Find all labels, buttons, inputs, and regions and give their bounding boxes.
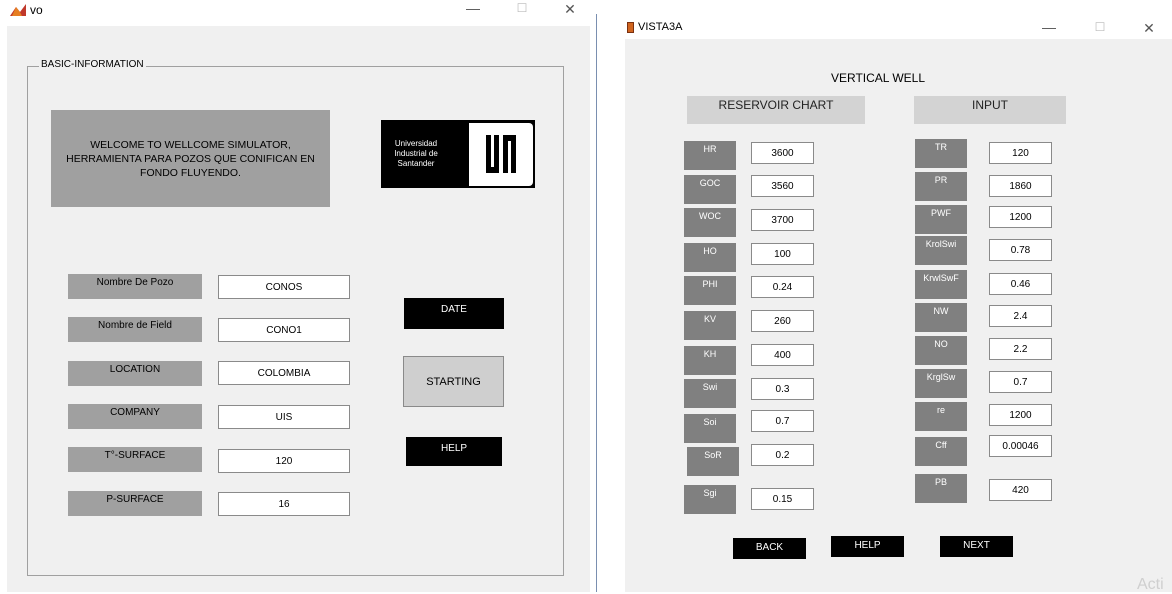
maximize-button[interactable]: ☐ [507, 1, 537, 15]
hr-field[interactable]: 3600 [751, 142, 814, 164]
uis-emblem-icon [469, 123, 533, 186]
pb-label: PB [915, 474, 967, 503]
minimize-button[interactable]: — [458, 0, 488, 16]
cff-label: Cff [915, 437, 967, 466]
nw-label: NW [915, 303, 967, 332]
ho-field[interactable]: 100 [751, 243, 814, 265]
logo-line-3: Santander [397, 159, 435, 168]
field-name-label: Nombre de Field [68, 317, 202, 342]
sgi-field[interactable]: 0.15 [751, 488, 814, 510]
pr-label: PR [915, 172, 967, 201]
company-field[interactable]: UIS [218, 405, 350, 429]
kv-field[interactable]: 260 [751, 310, 814, 332]
help-button[interactable]: HELP [406, 437, 502, 466]
krglsw-field[interactable]: 0.7 [989, 371, 1052, 393]
re-field[interactable]: 1200 [989, 404, 1052, 426]
krolswi-label: KrolSwi [915, 236, 967, 265]
soi-field[interactable]: 0.7 [751, 410, 814, 432]
back-button[interactable]: BACK [733, 538, 806, 559]
woc-field[interactable]: 3700 [751, 209, 814, 231]
help-button[interactable]: HELP [831, 536, 904, 557]
ho-label: HO [684, 243, 736, 272]
tr-field[interactable]: 120 [989, 142, 1052, 164]
krglsw-label: KrglSw [915, 369, 967, 398]
surface-temperature-field[interactable]: 120 [218, 449, 350, 473]
location-field[interactable]: COLOMBIA [218, 361, 350, 385]
logo-line-2: Industrial de [394, 149, 438, 158]
sgi-label: Sgi [684, 485, 736, 514]
swi-label: Swi [684, 379, 736, 408]
pwf-field[interactable]: 1200 [989, 206, 1052, 228]
goc-field[interactable]: 3560 [751, 175, 814, 197]
window-title: vo [30, 3, 43, 17]
surface-pressure-label: P-SURFACE [68, 491, 202, 516]
surface-temperature-label: T°-SURFACE [68, 447, 202, 472]
basic-information-window: vo — ☐ ✕ BASIC-INFORMATION WELCOME TO WE… [0, 0, 597, 592]
field-name-field[interactable]: CONO1 [218, 318, 350, 342]
krolswi-field[interactable]: 0.78 [989, 239, 1052, 261]
sor-label: SoR [687, 447, 739, 476]
goc-label: GOC [684, 175, 736, 204]
woc-label: WOC [684, 208, 736, 237]
nw-field[interactable]: 2.4 [989, 305, 1052, 327]
window-title: VISTA3A [638, 21, 683, 33]
pb-field[interactable]: 420 [989, 479, 1052, 501]
vertical-well-window: VISTA3A — ☐ ✕ VERTICAL WELL RESERVOIR CH… [618, 14, 1172, 592]
kh-label: KH [684, 346, 736, 375]
input-header: INPUT [914, 96, 1066, 124]
kv-label: KV [684, 311, 736, 340]
hr-label: HR [684, 141, 736, 170]
phi-label: PHI [684, 276, 736, 305]
welcome-message: WELCOME TO WELLCOME SIMULATOR, HERRAMIEN… [51, 110, 330, 207]
minimize-button[interactable]: — [1034, 19, 1064, 35]
well-name-label: Nombre De Pozo [68, 274, 202, 299]
location-label: LOCATION [68, 361, 202, 386]
reservoir-chart-header: RESERVOIR CHART [687, 96, 865, 124]
sor-field[interactable]: 0.2 [751, 444, 814, 466]
window-divider [596, 14, 597, 592]
group-label: BASIC-INFORMATION [39, 59, 146, 70]
matlab-app-icon [627, 22, 634, 33]
uis-logo: Universidad Industrial de Santander [381, 120, 535, 188]
tr-label: TR [915, 139, 967, 168]
re-label: re [915, 402, 967, 431]
starting-button[interactable]: STARTING [403, 356, 504, 407]
maximize-button[interactable]: ☐ [1085, 20, 1115, 34]
vertical-well-heading: VERTICAL WELL [830, 71, 926, 85]
activation-watermark: Acti [1137, 576, 1164, 593]
swi-field[interactable]: 0.3 [751, 378, 814, 400]
close-button[interactable]: ✕ [1134, 20, 1164, 37]
no-field[interactable]: 2.2 [989, 338, 1052, 360]
soi-label: Soi [684, 414, 736, 443]
logo-line-1: Universidad [394, 139, 438, 148]
kh-field[interactable]: 400 [751, 344, 814, 366]
logo-text: Universidad Industrial de Santander [386, 139, 446, 169]
pr-field[interactable]: 1860 [989, 175, 1052, 197]
next-button[interactable]: NEXT [940, 536, 1013, 557]
surface-pressure-field[interactable]: 16 [218, 492, 350, 516]
phi-field[interactable]: 0.24 [751, 276, 814, 298]
pwf-label: PWF [915, 205, 967, 234]
date-display[interactable]: DATE [404, 298, 504, 329]
well-name-field[interactable]: CONOS [218, 275, 350, 299]
close-button[interactable]: ✕ [555, 1, 585, 18]
cff-field[interactable]: 0.00046 [989, 435, 1052, 457]
no-label: NO [915, 336, 967, 365]
krwlswf-field[interactable]: 0.46 [989, 273, 1052, 295]
krwlswf-label: KrwlSwF [915, 270, 967, 299]
company-label: COMPANY [68, 404, 202, 429]
matlab-app-icon [10, 4, 26, 16]
